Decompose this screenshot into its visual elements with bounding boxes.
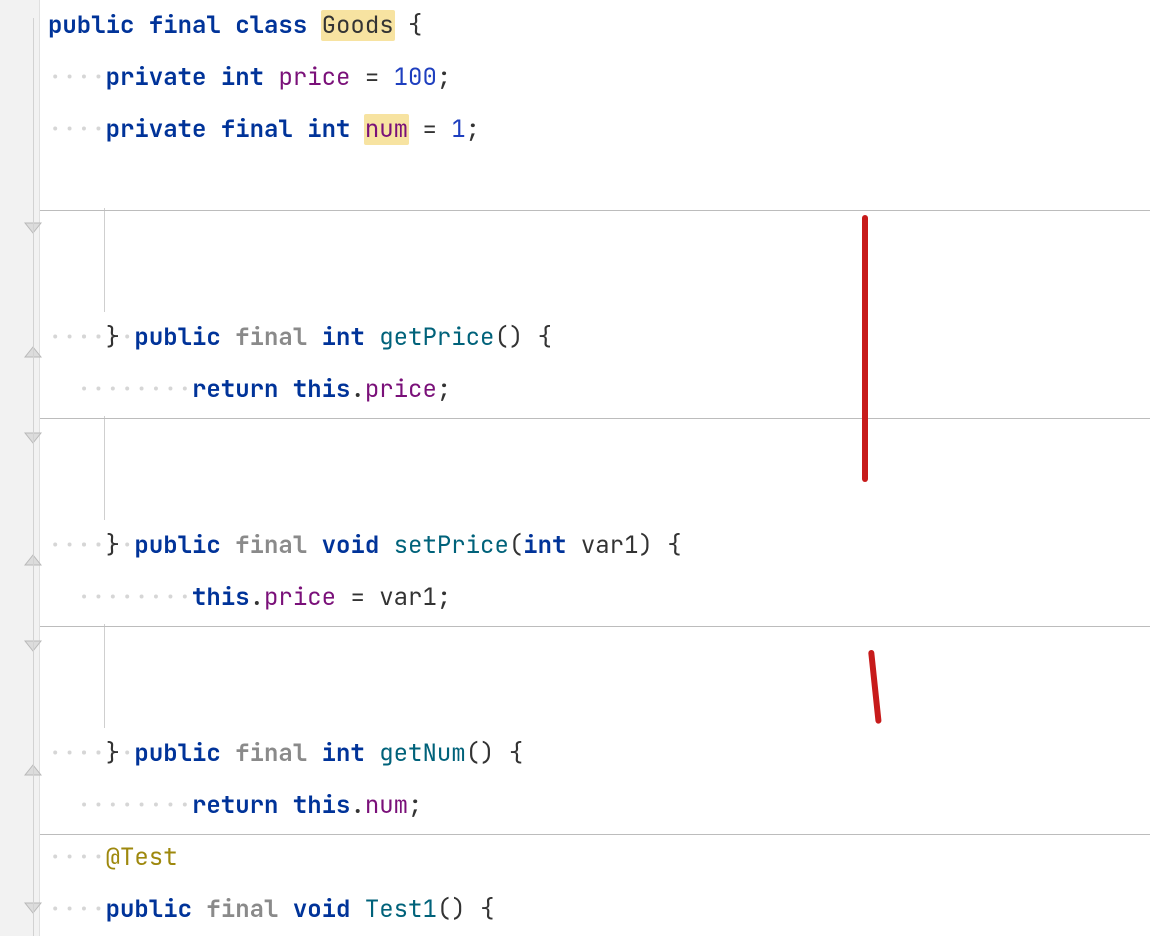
method-separator [40, 626, 1150, 627]
keyword-final-grayed: final [206, 894, 278, 925]
ws [394, 10, 408, 41]
ws [221, 10, 235, 41]
equals: = [422, 114, 436, 145]
keyword-public: public [48, 10, 134, 41]
keyword-final: final [149, 10, 221, 41]
method-separator [40, 834, 1150, 835]
code-line[interactable]: ····} [40, 728, 1150, 780]
code-line[interactable]: ····private final int num = 1; [40, 104, 1150, 156]
keyword-class: class [235, 10, 307, 41]
code-line[interactable]: ····} [40, 520, 1150, 572]
indent-guide [104, 416, 105, 468]
code-line[interactable]: ····public final void setPrice(int var1)… [40, 416, 1150, 468]
keyword-public: public [106, 894, 192, 925]
indent-guide [104, 260, 105, 312]
number-literal: 100 [394, 62, 437, 93]
field-num-highlighted: num [364, 114, 409, 145]
ws [293, 114, 307, 145]
code-line[interactable]: ····@Test [40, 832, 1150, 884]
indent-guide [104, 624, 105, 676]
indent-guide [104, 208, 105, 260]
ws: ···· [48, 530, 106, 561]
code-line[interactable]: ····} [40, 312, 1150, 364]
code-line[interactable]: ········return this.num; [40, 676, 1150, 728]
class-name-highlighted: Goods [321, 10, 395, 41]
method-separator [40, 210, 1150, 211]
brace-close: } [106, 738, 120, 769]
gutter-scope-line [33, 18, 34, 936]
semicolon: ; [466, 114, 480, 145]
type-int: int [221, 62, 264, 93]
brace-open: { [408, 10, 422, 41]
brace-close: } [106, 322, 120, 353]
indent-guide [104, 468, 105, 520]
code-line[interactable] [40, 780, 1150, 832]
brace-close: } [106, 530, 120, 561]
ws: ···· [48, 62, 106, 93]
ws [350, 894, 364, 925]
ws [134, 10, 148, 41]
ws [192, 894, 206, 925]
ws: ···· [48, 114, 106, 145]
number-literal: 1 [451, 114, 465, 145]
field-price: price [278, 62, 350, 93]
equals: = [365, 62, 379, 93]
ws: ···· [48, 842, 106, 873]
ws [379, 62, 393, 93]
code-line[interactable]: ····public final void Test1() { [40, 884, 1150, 936]
ws [206, 62, 220, 93]
code-line[interactable] [40, 364, 1150, 416]
code-line[interactable]: ····public final int getPrice() { [40, 208, 1150, 260]
ws [350, 114, 364, 145]
ws: ···· [48, 894, 106, 925]
ws [206, 114, 220, 145]
ws [350, 62, 364, 93]
ws: ···· [48, 738, 106, 769]
type-void: void [293, 894, 351, 925]
annotation-test: @Test [106, 842, 178, 873]
ws [466, 894, 480, 925]
red-annotation-line [862, 215, 868, 482]
ws [307, 10, 321, 41]
code-area[interactable]: public final class Goods { ····private i… [40, 0, 1150, 936]
code-line[interactable]: ········return this.price; [40, 260, 1150, 312]
keyword-private: private [106, 114, 207, 145]
code-line[interactable]: public final class Goods { [40, 0, 1150, 52]
indent-guide [104, 676, 105, 728]
code-line[interactable] [40, 156, 1150, 208]
semicolon: ; [437, 62, 451, 93]
keyword-private: private [106, 62, 207, 93]
type-int: int [307, 114, 350, 145]
code-line[interactable]: ····public final int getNum() { [40, 624, 1150, 676]
keyword-final: final [221, 114, 293, 145]
ws [437, 114, 451, 145]
brace-open: { [480, 894, 494, 925]
ws [408, 114, 422, 145]
ws [278, 894, 292, 925]
gutter [0, 0, 40, 936]
ws [264, 62, 278, 93]
code-line[interactable]: ········this.price = var1; [40, 468, 1150, 520]
parens: () [437, 894, 466, 925]
code-line[interactable] [40, 572, 1150, 624]
code-line[interactable]: ····private int price = 100; [40, 52, 1150, 104]
method-test1: Test1 [365, 894, 437, 925]
method-separator [40, 418, 1150, 419]
ws: ···· [48, 322, 106, 353]
